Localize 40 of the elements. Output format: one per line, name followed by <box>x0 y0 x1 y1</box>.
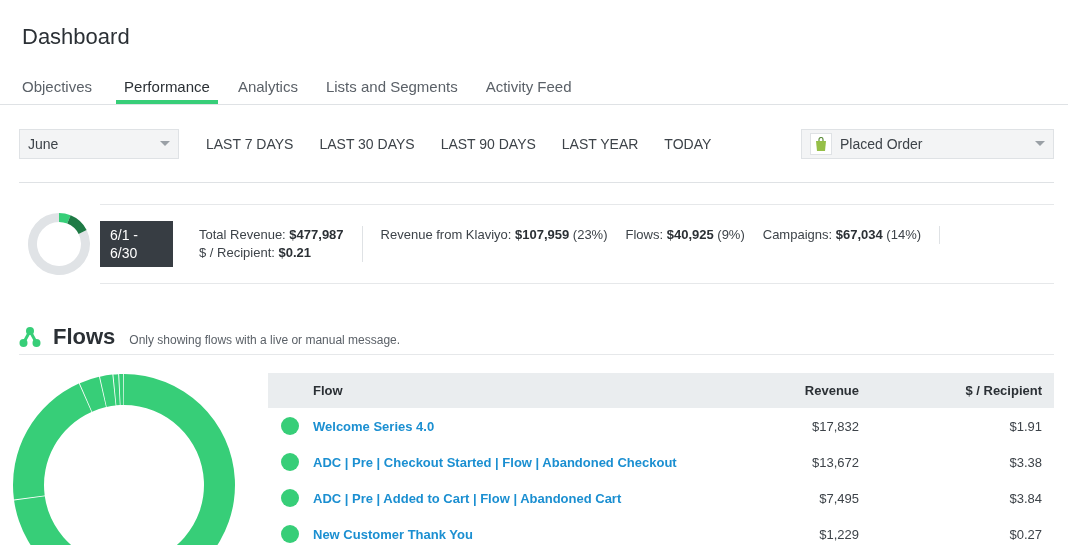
metric-dropdown[interactable]: Placed Order <box>801 128 1054 159</box>
table-cell: $7,495 <box>819 490 859 506</box>
tab[interactable]: Analytics <box>229 64 310 104</box>
table-cell: $3.38 <box>1009 454 1042 470</box>
tab[interactable]: Objectives <box>14 64 105 104</box>
tab[interactable]: Activity Feed <box>477 64 584 104</box>
date-range-button[interactable]: LAST YEAR <box>548 135 652 152</box>
table-cell: $17,832 <box>812 418 859 434</box>
table-cell: $1,229 <box>819 526 859 542</box>
date-badge: 6/1 - 6/30 <box>100 220 173 267</box>
flow-link[interactable]: New Customer Thank You <box>313 526 473 542</box>
column-header: Flow <box>313 383 343 398</box>
section-subtitle: Only showing flows with a live or manual message. <box>129 333 401 347</box>
caret-icon <box>160 141 170 146</box>
date-range-button[interactable]: LAST 30 DAYS <box>306 135 428 152</box>
shopping-bag-icon <box>810 132 832 155</box>
table-cell: $3.84 <box>1009 490 1042 506</box>
page-title: Dashboard <box>21 23 131 51</box>
tab[interactable]: Performance <box>116 64 218 104</box>
table-cell: $13,672 <box>812 454 859 470</box>
table-cell: $1.91 <box>1009 418 1042 434</box>
column-header: Revenue <box>804 383 859 398</box>
section-title: Flows <box>53 324 116 350</box>
stat-text: $ / Recipient: $0.21 <box>199 243 313 262</box>
flow-icon <box>19 326 41 348</box>
flow-link[interactable]: ADC | Pre | Added to Cart | Flow | Abandoned Cart <box>313 490 622 506</box>
date-range-button[interactable]: LAST 7 DAYS <box>193 135 307 152</box>
flow-link[interactable]: Welcome Series 4.0 <box>313 418 435 434</box>
column-header: $ / Recipient <box>965 383 1042 398</box>
stat-text: Revenue from Klaviyo: $107,959 (23%) <box>380 225 608 244</box>
date-range-button[interactable]: TODAY <box>651 135 725 152</box>
caret-icon <box>1035 141 1045 146</box>
table-cell: $0.27 <box>1009 526 1042 542</box>
tab[interactable]: Lists and Segments <box>317 64 470 104</box>
stat-text: Total Revenue: $477,987 <box>199 225 344 244</box>
date-range-button[interactable]: LAST 90 DAYS <box>427 135 549 152</box>
stat-text: Campaigns: $67,034 (14%) <box>762 225 922 244</box>
stat-text: Flows: $40,925 (9%) <box>625 225 745 244</box>
month-dropdown[interactable]: June <box>19 128 179 159</box>
flow-link[interactable]: ADC | Pre | Checkout Started | Flow | Abandoned Checkout <box>313 454 677 470</box>
